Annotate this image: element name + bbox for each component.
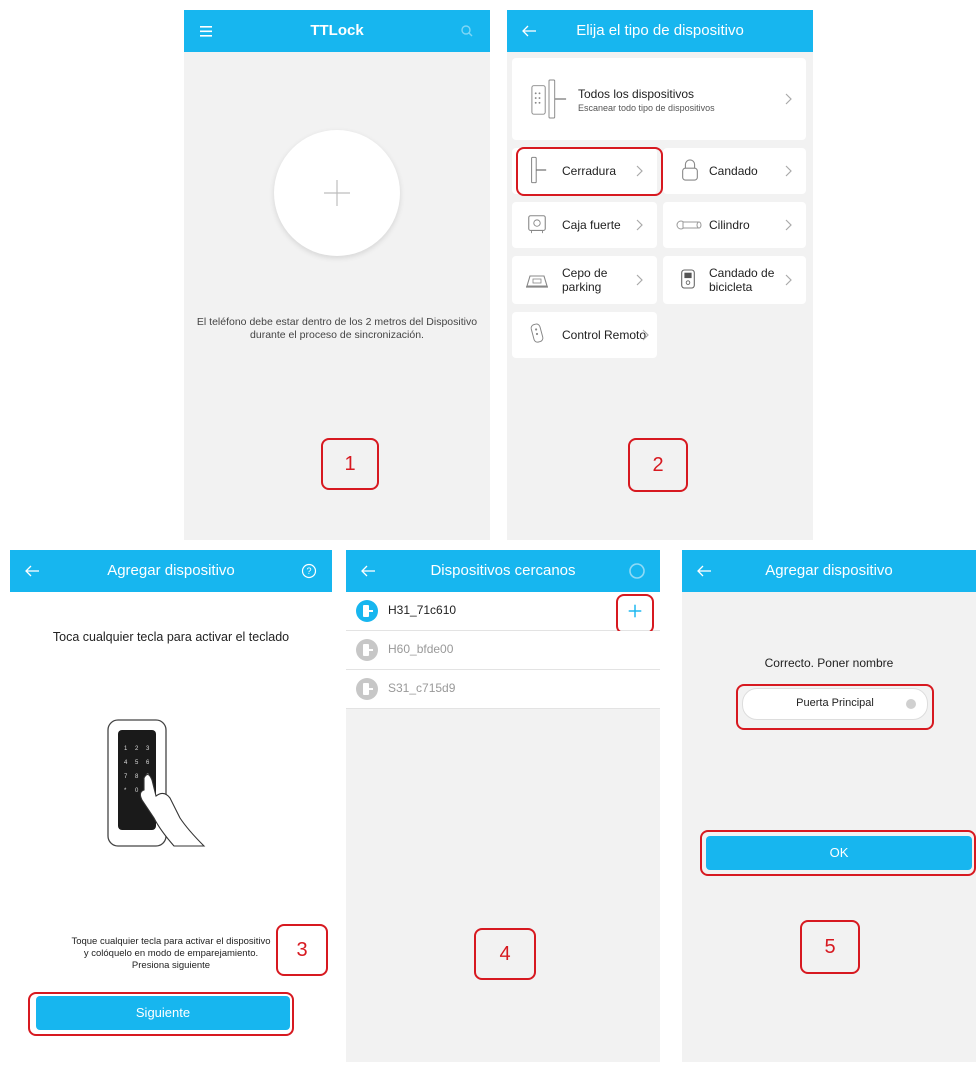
page-title: Dispositivos cercanos — [430, 562, 576, 579]
screen-1-home: TTLock El teléfono debe estar dentro de … — [184, 10, 490, 540]
sync-instruction-line-1: El teléfono debe estar dentro de los 2 m… — [196, 316, 478, 328]
step-marker: 5 — [800, 920, 860, 974]
lock-device-icon — [356, 600, 378, 622]
device-name: H60_bfde00 — [388, 642, 454, 656]
keypad-touch-illustration: 123 456 789 *0# — [107, 719, 206, 847]
svg-text:?: ? — [306, 566, 311, 576]
bike-lock-icon — [681, 269, 695, 289]
chevron-right-icon — [785, 219, 792, 231]
device-type-candado[interactable]: Candado — [663, 148, 806, 194]
loading-spinner-icon — [629, 563, 645, 579]
page-title: Agregar dispositivo — [107, 562, 235, 579]
highlight-cerradura — [516, 147, 663, 196]
chevron-right-icon — [642, 329, 649, 341]
app-header: Dispositivos cercanos — [346, 550, 660, 592]
app-title: TTLock — [310, 22, 364, 39]
remote-control-icon — [530, 323, 544, 343]
device-type-label: Candado de bicicleta — [709, 266, 775, 294]
safe-icon — [528, 215, 546, 234]
device-type-control-remoto[interactable]: Control Remoto — [512, 312, 657, 358]
chevron-right-icon — [785, 274, 792, 286]
screen-2-device-type: Elija el tipo de dispositivo Todos los d… — [507, 10, 813, 540]
device-row[interactable]: S31_c715d9 — [346, 670, 660, 709]
help-icon[interactable]: ? — [298, 560, 320, 582]
app-header: TTLock — [184, 10, 490, 52]
padlock-icon — [682, 159, 698, 181]
device-type-caja-fuerte[interactable]: Caja fuerte — [512, 202, 657, 248]
search-icon[interactable] — [456, 20, 478, 42]
screen-5-name-device: Agregar dispositivo Correcto. Poner nomb… — [682, 550, 976, 1062]
all-devices-option[interactable]: Todos los dispositivos Escanear todo tip… — [512, 58, 806, 140]
chevron-right-icon — [636, 219, 643, 231]
step-marker: 2 — [628, 438, 688, 492]
device-type-label: Cilindro — [709, 218, 750, 232]
plus-icon — [324, 180, 350, 206]
highlight-name-field — [736, 684, 934, 730]
device-name: S31_c715d9 — [388, 681, 456, 695]
step-marker: 3 — [276, 924, 328, 976]
device-type-label: Caja fuerte — [562, 218, 621, 232]
device-type-label: Cepo de parking — [562, 266, 608, 294]
all-devices-label: Todos los dispositivos — [578, 87, 695, 101]
device-row[interactable]: H60_bfde00 — [346, 631, 660, 670]
chevron-right-icon — [785, 93, 792, 105]
all-devices-sublabel: Escanear todo tipo de dispositivos — [578, 103, 715, 113]
step-marker: 1 — [321, 438, 379, 490]
highlight-ok-button — [700, 830, 976, 876]
app-header: Agregar dispositivo ? — [10, 550, 332, 592]
lock-device-icon — [356, 678, 378, 700]
screen-4-nearby-devices: Dispositivos cercanos H31_71c610 H60_bfd… — [346, 550, 660, 1062]
parking-lock-icon — [526, 275, 548, 288]
success-message: Correcto. Poner nombre — [764, 656, 894, 670]
chevron-right-icon — [636, 274, 643, 286]
device-row[interactable]: H31_71c610 — [346, 592, 660, 631]
screen-3-activate-keypad: Agregar dispositivo ? Toca cualquier tec… — [10, 550, 332, 1062]
app-header: Elija el tipo de dispositivo — [507, 10, 813, 52]
device-type-cepo-parking[interactable]: Cepo de parking — [512, 256, 657, 304]
device-name: H31_71c610 — [388, 603, 457, 617]
highlight-add-device — [616, 594, 654, 634]
highlight-next-button — [28, 992, 294, 1036]
chevron-right-icon — [785, 165, 792, 177]
door-lock-icon — [531, 79, 567, 119]
page-title: Agregar dispositivo — [765, 562, 893, 579]
device-type-candado-bicicleta[interactable]: Candado de bicicleta — [663, 256, 806, 304]
keypad-heading: Toca cualquier tecla para activar el tec… — [52, 630, 290, 644]
add-lock-button[interactable] — [274, 130, 400, 256]
page-title: Elija el tipo de dispositivo — [576, 22, 744, 39]
sync-instruction: El teléfono debe estar dentro de los 2 m… — [184, 316, 490, 342]
lock-device-icon — [356, 639, 378, 661]
device-type-label: Candado — [709, 164, 758, 178]
sync-instruction-line-2: durante el proceso de sincronización. — [250, 329, 424, 341]
device-type-label: Control Remoto — [562, 328, 647, 342]
cylinder-icon — [676, 220, 702, 230]
device-type-cilindro[interactable]: Cilindro — [663, 202, 806, 248]
app-header: Agregar dispositivo — [682, 550, 976, 592]
step-marker: 4 — [474, 928, 536, 980]
